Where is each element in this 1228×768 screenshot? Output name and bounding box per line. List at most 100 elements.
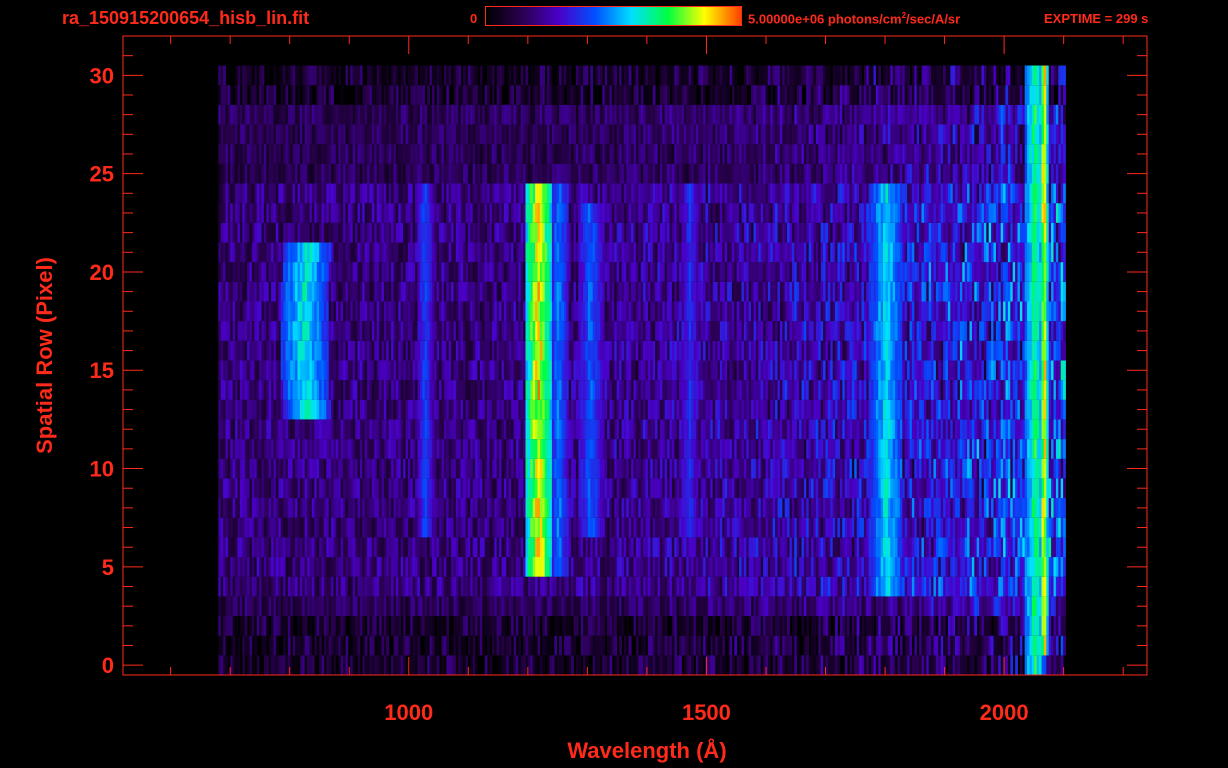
heatmap-cell: [1048, 498, 1052, 518]
heatmap-cell: [518, 576, 522, 597]
heatmap-cell: [640, 655, 644, 675]
heatmap-cell: [1010, 576, 1014, 597]
heatmap-cell: [638, 458, 642, 479]
heatmap-cell: [410, 537, 414, 558]
heatmap-cell: [813, 635, 817, 656]
heatmap-cell: [477, 419, 481, 440]
heatmap-cell: [731, 419, 735, 440]
heatmap-cell: [655, 576, 658, 597]
heatmap-cell: [460, 478, 464, 499]
heatmap-cell: [388, 458, 392, 479]
heatmap-cell: [806, 596, 810, 617]
heatmap-cell: [599, 635, 603, 656]
heatmap-cell: [359, 596, 363, 617]
heatmap-cell: [477, 616, 481, 636]
heatmap-cell: [595, 635, 598, 656]
heatmap-cell: [947, 635, 951, 656]
heatmap-cell: [314, 576, 318, 597]
heatmap-cell: [331, 616, 334, 636]
heatmap-cell: [691, 419, 694, 440]
heatmap-cell: [748, 498, 752, 518]
heatmap-cell: [667, 399, 670, 420]
heatmap-cell: [316, 616, 320, 636]
heatmap-cell: [599, 439, 603, 459]
heatmap-cell: [847, 419, 850, 440]
heatmap-cell: [753, 399, 757, 420]
heatmap-cell: [681, 458, 685, 479]
heatmap-cell: [419, 557, 423, 577]
heatmap-cell: [455, 557, 459, 577]
heatmap-cell: [542, 380, 546, 400]
heatmap-cell: [547, 439, 550, 459]
heatmap-cell: [398, 616, 402, 636]
heatmap-cell: [249, 380, 253, 400]
heatmap-cell: [539, 439, 543, 459]
heatmap-cell: [515, 655, 519, 675]
heatmap-cell: [657, 498, 661, 518]
heatmap-cell: [909, 439, 913, 459]
heatmap-cell: [316, 380, 320, 400]
heatmap-cell: [739, 498, 742, 518]
heatmap-cell: [299, 557, 303, 577]
heatmap-cell: [633, 517, 637, 538]
heatmap-cell: [681, 596, 685, 617]
heatmap-cell: [431, 478, 435, 499]
heatmap-cell: [364, 498, 368, 518]
heatmap-cell: [287, 399, 291, 420]
heatmap-cell: [508, 635, 512, 656]
heatmap-cell: [297, 635, 301, 656]
heatmap-cell: [703, 498, 706, 518]
heatmap-cell: [542, 596, 546, 617]
heatmap-cell: [607, 380, 610, 400]
heatmap-cell: [746, 419, 750, 440]
heatmap-cell: [669, 576, 673, 597]
heatmap-cell: [242, 537, 246, 558]
heatmap-cell: [863, 478, 867, 499]
heatmap-cell: [386, 478, 390, 499]
heatmap-cell: [535, 655, 538, 675]
heatmap-cell: [508, 537, 512, 558]
heatmap-cell: [1060, 655, 1064, 675]
heatmap-cell: [928, 498, 932, 518]
heatmap-cell: [933, 458, 937, 479]
heatmap-cell: [681, 537, 685, 558]
heatmap-cell: [427, 439, 430, 459]
heatmap-cell: [921, 458, 925, 479]
heatmap-cell: [837, 557, 841, 577]
heatmap-cell: [964, 399, 968, 420]
heatmap-cell: [662, 399, 666, 420]
heatmap-cell: [1043, 537, 1047, 558]
heatmap-cell: [367, 537, 370, 558]
heatmap-cell: [650, 419, 654, 440]
heatmap-cell: [400, 596, 404, 617]
heatmap-cell: [439, 537, 442, 558]
heatmap-cell: [482, 557, 486, 577]
heatmap-cell: [304, 517, 308, 538]
heatmap-cell: [494, 478, 498, 499]
heatmap-cell: [587, 478, 591, 499]
heatmap-cell: [907, 419, 910, 440]
heatmap-cell: [796, 478, 800, 499]
heatmap-cell: [383, 635, 387, 656]
heatmap-cell: [986, 399, 990, 420]
heatmap-cell: [664, 439, 668, 459]
heatmap-cell: [232, 557, 236, 577]
heatmap-cell: [907, 635, 910, 656]
heatmap-cell: [664, 635, 668, 656]
heatmap-cell: [950, 419, 954, 440]
heatmap-cell: [647, 478, 651, 499]
heatmap-cell: [410, 655, 414, 675]
heatmap-cell: [1000, 458, 1004, 479]
heatmap-cell: [261, 399, 265, 420]
heatmap-cell: [304, 399, 308, 420]
heatmap-cell: [1024, 576, 1028, 597]
heatmap-cell: [335, 537, 339, 558]
heatmap-cell: [292, 596, 296, 617]
heatmap-cell: [676, 616, 680, 636]
heatmap-cell: [467, 458, 471, 479]
heatmap-cell: [931, 557, 934, 577]
heatmap-cell: [926, 557, 930, 577]
heatmap-cell: [467, 419, 471, 440]
heatmap-cell: [527, 537, 531, 558]
heatmap-cell: [825, 478, 829, 499]
